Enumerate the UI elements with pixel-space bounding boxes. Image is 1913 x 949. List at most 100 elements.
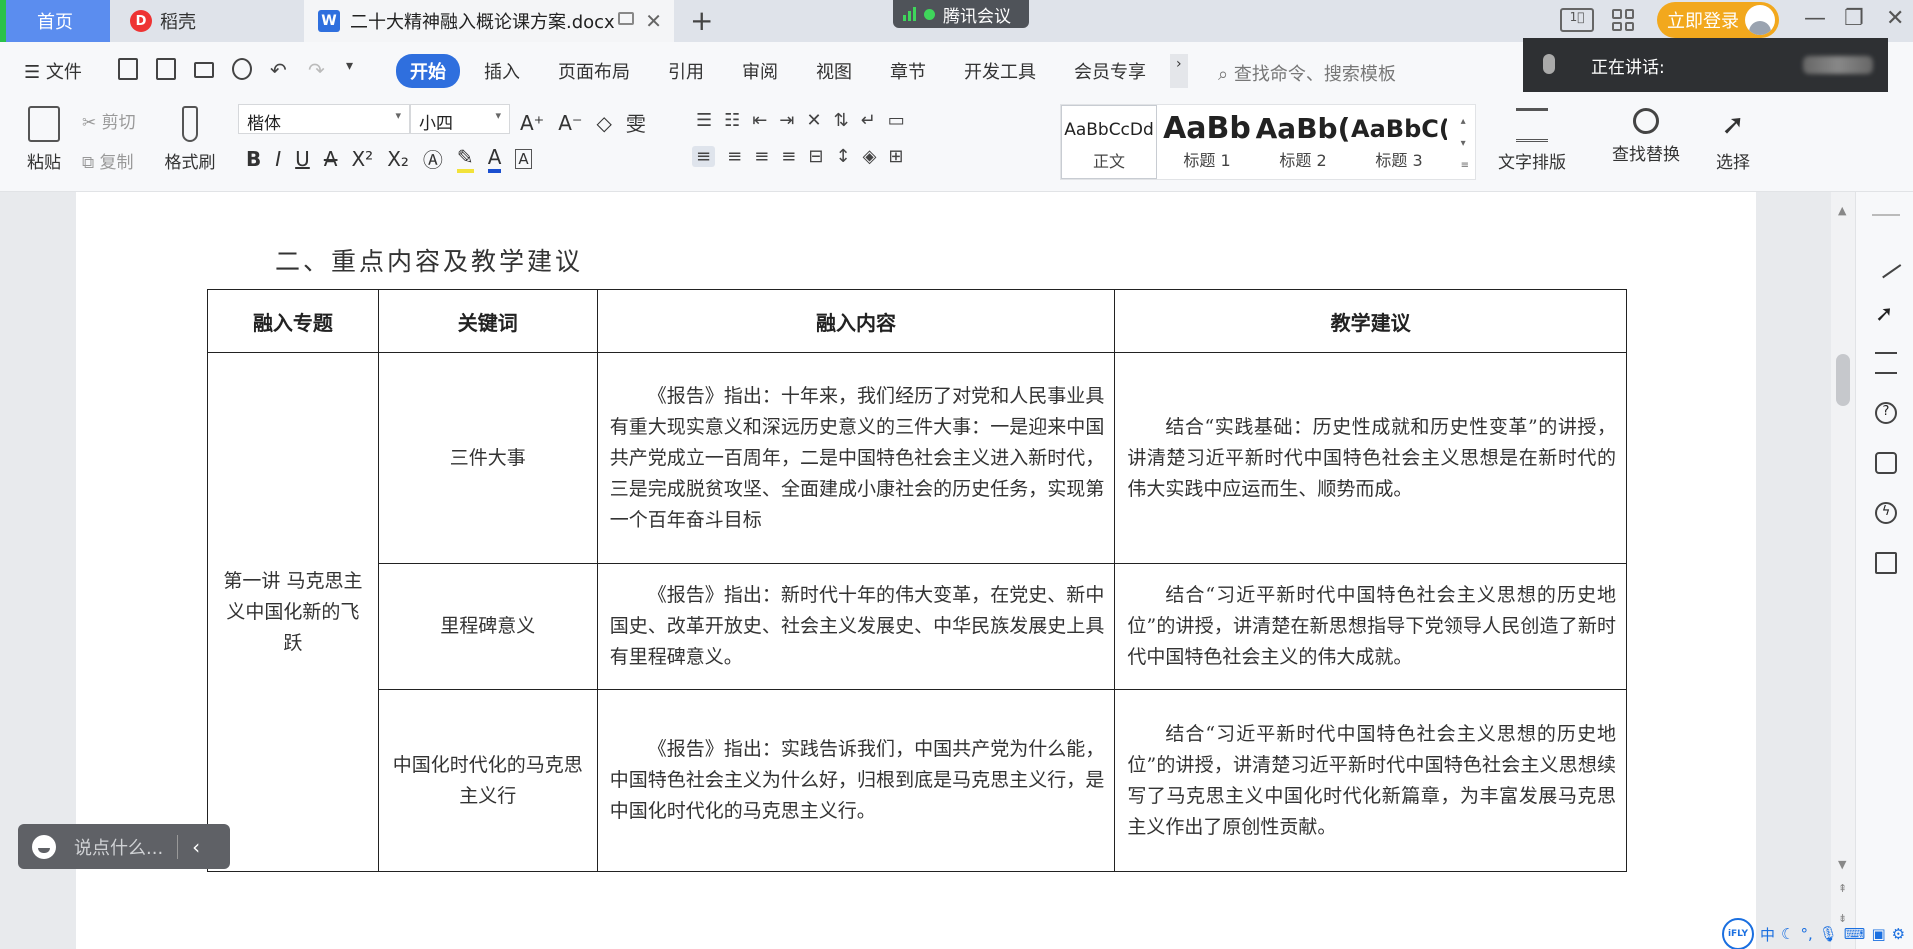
chat-input[interactable]: 说点什么... ‹: [18, 824, 230, 869]
ime-language[interactable]: 中: [1760, 924, 1775, 945]
close-window-icon[interactable]: ✕: [1886, 6, 1904, 31]
sort-icon[interactable]: ⇅: [834, 110, 849, 131]
font-size-select[interactable]: 小四 ▾: [410, 104, 510, 134]
grow-font-icon[interactable]: A⁺: [520, 111, 544, 135]
ime-settings-icon[interactable]: ⚙: [1892, 925, 1905, 943]
prev-page-icon[interactable]: ⇞: [1838, 882, 1847, 895]
style-heading-3[interactable]: AaBbC( 标题 3: [1351, 105, 1447, 179]
more-tabs-icon[interactable]: ›: [1170, 54, 1188, 88]
superscript-icon[interactable]: X²: [351, 147, 373, 171]
italic-icon[interactable]: I: [275, 147, 281, 171]
tab-chapter[interactable]: 章节: [876, 54, 940, 88]
text-effect-icon[interactable]: Ⓐ: [423, 144, 443, 173]
tab-review[interactable]: 审阅: [728, 54, 792, 88]
settings-sliders-icon[interactable]: [1875, 352, 1897, 374]
tab-start[interactable]: 开始: [396, 54, 460, 88]
tab-view[interactable]: 视图: [802, 54, 866, 88]
undo-icon[interactable]: ↶: [270, 58, 290, 82]
borders-icon[interactable]: ⊞: [888, 146, 903, 167]
redo-icon[interactable]: ↷: [308, 58, 328, 82]
tab-home[interactable]: 首页: [0, 0, 110, 42]
align-right-icon[interactable]: ≡: [754, 146, 769, 167]
text-layout-button[interactable]: 文字排版: [1498, 108, 1566, 173]
scroll-up-icon[interactable]: ▲: [1838, 204, 1846, 217]
numbered-list-icon[interactable]: ☷: [724, 110, 740, 131]
decrease-indent-icon[interactable]: ⇤: [752, 110, 767, 131]
subscript-icon[interactable]: X₂: [387, 147, 409, 171]
file-menu[interactable]: ☰ 文件: [24, 58, 82, 84]
strikethrough-icon[interactable]: A: [324, 147, 338, 171]
style-normal[interactable]: AaBbCcDd 正文: [1061, 105, 1157, 179]
bold-icon[interactable]: B: [246, 147, 261, 171]
paste-button[interactable]: 粘贴: [18, 106, 70, 173]
pen-icon[interactable]: [1870, 247, 1902, 279]
tab-developer[interactable]: 开发工具: [950, 54, 1050, 88]
login-button[interactable]: 立即登录: [1657, 2, 1779, 38]
tab-member[interactable]: 会员专享: [1060, 54, 1160, 88]
quick-access-dropdown-icon[interactable]: ▾: [346, 58, 366, 80]
pointer-icon[interactable]: ➚: [1875, 302, 1897, 327]
style-heading-1[interactable]: AaBb 标题 1: [1159, 105, 1255, 179]
mic-icon[interactable]: 🎙: [1819, 925, 1838, 943]
print-icon[interactable]: [194, 62, 214, 78]
new-tab-button[interactable]: +: [690, 4, 713, 37]
emoji-icon[interactable]: [32, 834, 56, 859]
clear-format-icon[interactable]: ◇: [597, 111, 612, 135]
align-center-icon[interactable]: ≡: [727, 146, 742, 167]
lightning-icon[interactable]: ϟ: [1875, 502, 1897, 524]
scrollbar-thumb[interactable]: [1836, 354, 1850, 406]
skin-icon[interactable]: ▣: [1871, 925, 1885, 943]
highlight-icon[interactable]: ✎: [456, 145, 474, 173]
cut-button[interactable]: ✂ 剪切: [82, 108, 136, 133]
pinyin-icon[interactable]: 雯: [626, 108, 646, 137]
image-tool-icon[interactable]: [1875, 452, 1897, 474]
char-border-icon[interactable]: A: [515, 148, 532, 169]
style-scroll-icon[interactable]: ▴ ▾ ≡: [1461, 111, 1469, 177]
close-tab-icon[interactable]: ✕: [645, 9, 662, 33]
restore-icon[interactable]: ❐: [1844, 6, 1864, 31]
align-left-icon[interactable]: ≡: [692, 146, 716, 167]
bullet-list-icon[interactable]: ☰: [696, 110, 712, 131]
tab-daoke[interactable]: D 稻壳: [112, 0, 302, 42]
vertical-scrollbar[interactable]: ▲ ▼ ⇞ ⇟: [1831, 192, 1855, 949]
keyboard-icon[interactable]: ⌨: [1844, 925, 1866, 943]
line-spacing-icon[interactable]: ↕: [835, 146, 850, 167]
find-replace-button[interactable]: 查找替换: [1612, 108, 1680, 165]
shading-icon[interactable]: ◈: [863, 146, 877, 167]
tab-document[interactable]: W 二十大精神融入概论课方案.docx ✕: [304, 0, 674, 42]
scroll-down-icon[interactable]: ▼: [1838, 858, 1846, 871]
moon-icon[interactable]: ☾: [1781, 925, 1794, 943]
underline-icon[interactable]: U: [295, 147, 310, 171]
minimize-icon[interactable]: —: [1804, 6, 1826, 31]
font-name-select[interactable]: 楷体 ▾: [238, 104, 410, 134]
monitor-icon[interactable]: [618, 12, 634, 25]
distributed-icon[interactable]: ⊟: [808, 146, 823, 167]
help-icon[interactable]: ?: [1875, 402, 1897, 424]
punct-icon[interactable]: °,: [1800, 925, 1812, 943]
tab-page-layout[interactable]: 页面布局: [544, 54, 644, 88]
copy-button[interactable]: ⧉ 复制: [82, 148, 134, 173]
apps-grid-icon[interactable]: [1612, 9, 1634, 31]
font-color-icon[interactable]: A: [487, 145, 502, 173]
save-icon[interactable]: [118, 58, 138, 80]
tencent-meeting-badge[interactable]: 腾讯会议: [893, 0, 1029, 28]
justify-icon[interactable]: ≡: [781, 146, 796, 167]
format-painter-button[interactable]: 格式刷: [160, 106, 220, 173]
command-search[interactable]: ⌕ 查找命令、搜索模板: [1218, 60, 1396, 86]
font-size-value: 小四: [419, 114, 453, 134]
print-preview-icon[interactable]: [232, 58, 252, 80]
collapse-chevron-icon[interactable]: ‹: [192, 835, 200, 859]
reader-icon[interactable]: [1875, 552, 1897, 574]
iflytek-logo-icon[interactable]: iFLY: [1722, 918, 1754, 949]
export-icon[interactable]: [156, 58, 176, 80]
shrink-font-icon[interactable]: A⁻: [558, 111, 582, 135]
increase-indent-icon[interactable]: ⇥: [779, 110, 794, 131]
ruler-icon[interactable]: ▭: [888, 110, 905, 131]
style-heading-2[interactable]: AaBb( 标题 2: [1255, 105, 1351, 179]
show-marks-icon[interactable]: ↵: [861, 110, 876, 131]
tab-references[interactable]: 引用: [654, 54, 718, 88]
chinese-layout-icon[interactable]: ✕: [806, 110, 821, 131]
page-layout-icon[interactable]: 1⃞: [1560, 8, 1594, 32]
select-button[interactable]: ➚ 选择: [1716, 108, 1750, 173]
tab-insert[interactable]: 插入: [470, 54, 534, 88]
